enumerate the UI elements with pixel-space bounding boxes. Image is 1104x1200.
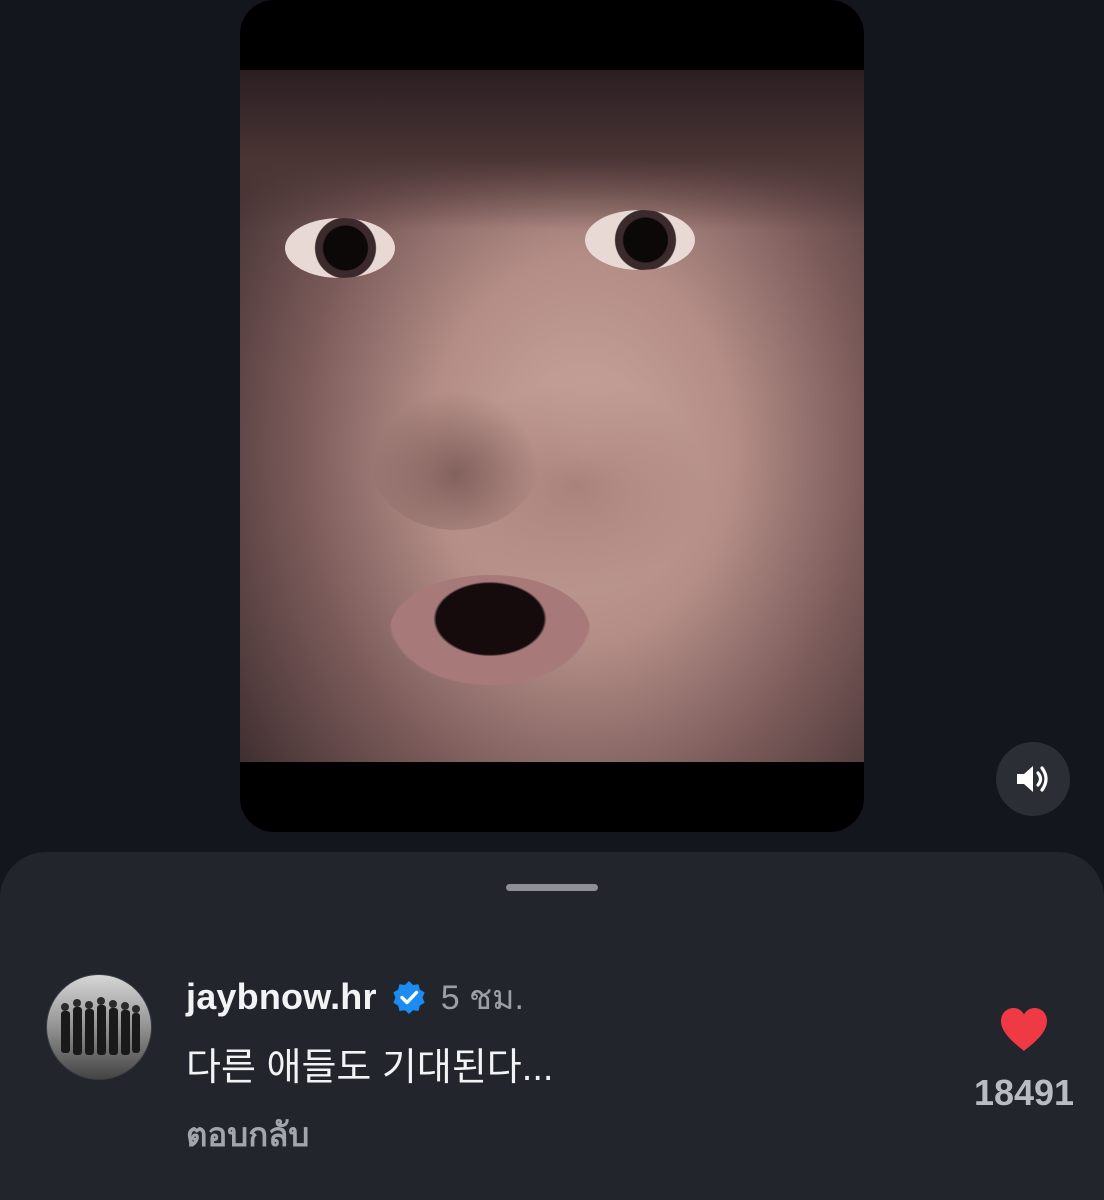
comments-sheet: jaybnow.hr 5 ชม. 다른 애들도 기대된다... ตอบกลับ … [0,852,1104,1200]
reels-viewer: jaybnow.hr 5 ชม. 다른 애들도 기대된다... ตอบกลับ … [0,0,1104,1200]
like-count: 18491 [973,1072,1075,1113]
sheet-grabber[interactable] [506,884,598,891]
reply-button[interactable]: ตอบกลับ [186,1108,309,1161]
video-player[interactable] [240,0,864,832]
comment-text: 다른 애들도 기대된다... [186,1047,554,1089]
heart-filled-icon[interactable] [998,1007,1050,1053]
comment-username[interactable]: jaybnow.hr [186,976,377,1018]
comment-meta: jaybnow.hr 5 ชม. [186,970,524,1024]
avatar[interactable] [46,974,152,1080]
verified-badge-icon [393,981,425,1014]
volume-button[interactable] [996,742,1070,816]
speaker-on-icon [1017,766,1048,792]
comment-time: 5 ชม. [440,979,524,1017]
video-frame [240,70,864,762]
